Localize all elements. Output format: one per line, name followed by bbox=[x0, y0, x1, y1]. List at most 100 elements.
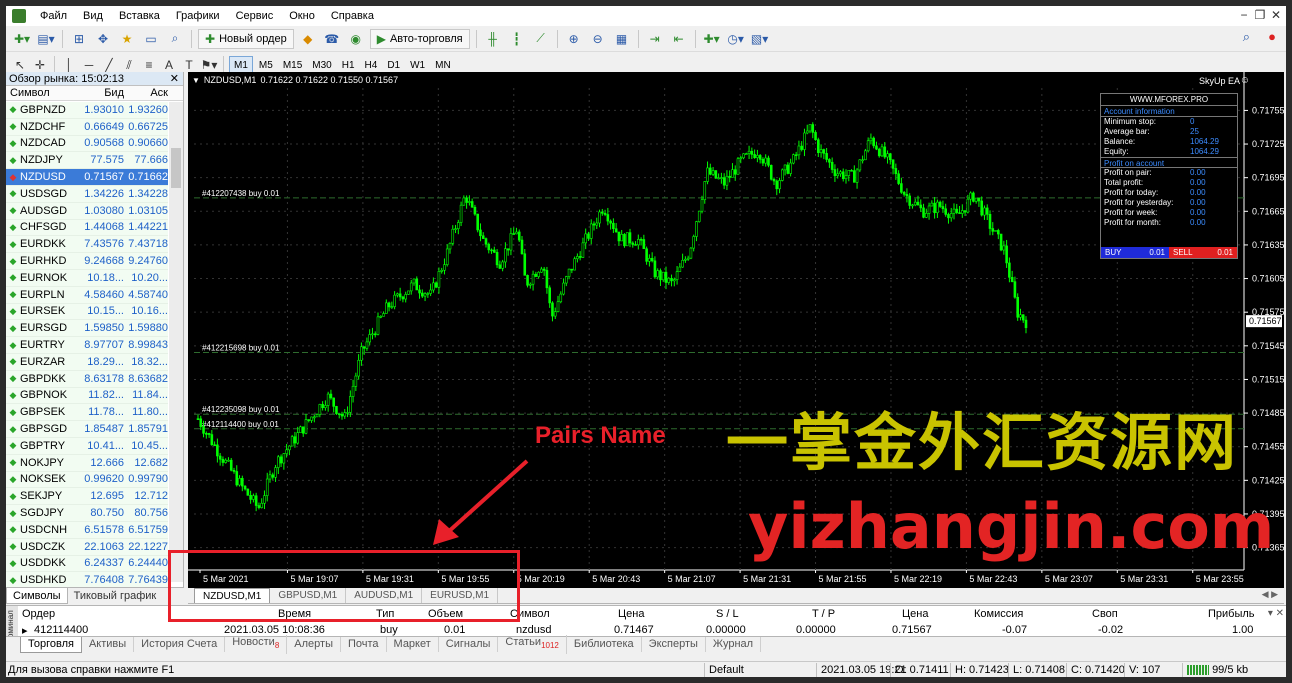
symbol-row[interactable]: ◆ SEKJPY 12.695 12.712 bbox=[6, 488, 168, 506]
tab-symbols[interactable]: Символы bbox=[6, 588, 68, 604]
terminal-tab[interactable]: Сигналы bbox=[439, 637, 499, 652]
symbol-row[interactable]: ◆ EURNOK 10.18... 10.20... bbox=[6, 269, 168, 287]
terminal-tab[interactable]: Эксперты bbox=[642, 637, 706, 652]
symbol-row[interactable]: ◆ USDCZK 22.1063 22.1227 bbox=[6, 538, 168, 556]
strategy-tester-icon[interactable]: ⌕ bbox=[165, 29, 185, 49]
col-order[interactable]: Ордер bbox=[22, 608, 55, 620]
col-type[interactable]: Тип bbox=[376, 608, 394, 620]
menu-tools[interactable]: Сервис bbox=[228, 6, 282, 26]
profile-name[interactable]: Default bbox=[704, 663, 744, 677]
symbol-row[interactable]: ◆ GBPNOK 11.82... 11.84... bbox=[6, 387, 168, 405]
symbol-row[interactable]: ◆ EURSEK 10.15... 10.16... bbox=[6, 303, 168, 321]
market-watch-icon[interactable]: ⊞ bbox=[69, 29, 89, 49]
menu-window[interactable]: Окно bbox=[281, 6, 323, 26]
tab-tick-chart[interactable]: Тиковый график bbox=[68, 588, 163, 604]
market-watch-scrollbar[interactable] bbox=[169, 102, 183, 582]
new-chart-icon[interactable]: ✚▾ bbox=[12, 29, 32, 49]
menu-help[interactable]: Справка bbox=[323, 6, 382, 26]
col-time[interactable]: Время bbox=[278, 608, 311, 620]
data-window-icon[interactable]: ✥ bbox=[93, 29, 113, 49]
terminal-tab[interactable]: Почта bbox=[341, 637, 387, 652]
symbol-row[interactable]: ◆ GBPSGD 1.85487 1.85791 bbox=[6, 421, 168, 438]
sell-button[interactable]: SELL 0.01 bbox=[1169, 247, 1237, 258]
line-chart-icon[interactable]: ⟋ bbox=[531, 29, 551, 49]
symbol-row[interactable]: ◆ EURZAR 18.29... 18.32... bbox=[6, 353, 168, 371]
symbol-row[interactable]: ◆ NOKJPY 12.666 12.682 bbox=[6, 454, 168, 472]
terminal-tab[interactable]: Алерты bbox=[287, 637, 341, 652]
col-tp[interactable]: T / P bbox=[812, 608, 835, 620]
periods-icon[interactable]: ◷▾ bbox=[726, 29, 746, 49]
buy-button[interactable]: BUY 0.01 bbox=[1101, 247, 1169, 258]
symbol-row[interactable]: ◆ EURHKD 9.24668 9.24760 bbox=[6, 253, 168, 270]
menu-view[interactable]: Вид bbox=[75, 6, 111, 26]
candlestick-icon[interactable]: ┇ bbox=[507, 29, 527, 49]
menu-insert[interactable]: Вставка bbox=[111, 6, 168, 26]
symbol-row[interactable]: ◆ USDCNH 6.51578 6.51759 bbox=[6, 521, 168, 539]
symbol-row[interactable]: ◆ GBPNZD 1.93010 1.93260 bbox=[6, 102, 168, 119]
notification-icon[interactable]: ● bbox=[1268, 29, 1276, 44]
chart-tab-gbpusd[interactable]: GBPUSD,M1 bbox=[270, 588, 347, 603]
symbol-row[interactable]: ◆ NZDCHF 0.66649 0.66725 bbox=[6, 118, 168, 136]
terminal-tab[interactable]: Торговля bbox=[20, 636, 82, 653]
metaeditor-icon[interactable]: ◆ bbox=[298, 29, 318, 49]
minimize-icon[interactable]: − bbox=[1236, 8, 1252, 22]
terminal-tab[interactable]: Статьи1012 bbox=[498, 635, 567, 654]
symbol-row[interactable]: ◆ USDSGD 1.34226 1.34228 bbox=[6, 185, 168, 203]
col-price-open[interactable]: Цена bbox=[618, 608, 644, 620]
close-icon[interactable]: ✕ bbox=[170, 72, 179, 86]
terminal-tab[interactable]: Библиотека bbox=[567, 637, 642, 652]
symbol-row[interactable]: ◆ NOKSEK 0.99620 0.99790 bbox=[6, 471, 168, 489]
profiles-icon[interactable]: ▤▾ bbox=[36, 29, 56, 49]
col-commission[interactable]: Комиссия bbox=[974, 608, 1023, 620]
scrollbar-thumb[interactable] bbox=[171, 148, 181, 188]
col-volume[interactable]: Объем bbox=[428, 608, 463, 620]
col-swap[interactable]: Своп bbox=[1092, 608, 1118, 620]
symbol-row[interactable]: ◆ NZDJPY 77.575 77.666 bbox=[6, 152, 168, 170]
auto-scroll-icon[interactable]: ⇥ bbox=[645, 29, 665, 49]
symbol-row[interactable]: ◆ NZDCAD 0.90568 0.90660 bbox=[6, 135, 168, 153]
menu-file[interactable]: Файл bbox=[32, 6, 75, 26]
auto-trading-button[interactable]: ▶ Авто-торговля bbox=[369, 28, 470, 49]
search-icon[interactable]: ⌕ bbox=[1243, 29, 1250, 45]
terminal-tab[interactable]: Активы bbox=[82, 637, 135, 652]
symbol-row[interactable]: ◆ SGDJPY 80.750 80.756 bbox=[6, 505, 168, 522]
col-price-current[interactable]: Цена bbox=[902, 608, 928, 620]
terminal-tab[interactable]: История Счета bbox=[134, 637, 226, 652]
indicators-icon[interactable]: ✚▾ bbox=[702, 29, 722, 49]
symbol-row[interactable]: ◆ USDDKK 6.24337 6.24440 bbox=[6, 555, 168, 573]
chart-tab-audusd[interactable]: AUDUSD,M1 bbox=[346, 588, 423, 603]
signals-icon[interactable]: ☎ bbox=[322, 29, 342, 49]
symbol-row[interactable]: ◆ GBPSEK 11.78... 11.80... bbox=[6, 404, 168, 422]
chart-tab-eurusd[interactable]: EURUSD,M1 bbox=[422, 588, 499, 603]
symbol-row[interactable]: ◆ GBPDKK 8.63178 8.63682 bbox=[6, 370, 168, 388]
col-symbol[interactable]: Символ bbox=[510, 608, 550, 620]
symbol-row[interactable]: ◆ EURTRY 8.97707 8.99843 bbox=[6, 337, 168, 354]
new-order-button[interactable]: ✚ Новый ордер bbox=[198, 28, 294, 49]
tab-scroll-icon[interactable]: ◀ ▶ bbox=[1262, 589, 1278, 600]
column-bid[interactable]: Бид bbox=[78, 86, 124, 100]
zoom-in-icon[interactable]: ⊕ bbox=[564, 29, 584, 49]
column-symbol[interactable]: Символ bbox=[6, 86, 78, 100]
chart-tab-nzdusd[interactable]: NZDUSD,M1 bbox=[194, 588, 271, 603]
terminal-icon[interactable]: ▭ bbox=[141, 29, 161, 49]
close-icon[interactable]: ▾ ✕ bbox=[1268, 608, 1284, 619]
symbol-row[interactable]: ◆ CHFSGD 1.44068 1.44221 bbox=[6, 219, 168, 237]
symbol-row[interactable]: ◆ NZDUSD 0.71567 0.71662 bbox=[6, 169, 168, 186]
chart-menu-icon[interactable]: ▼ bbox=[192, 76, 200, 85]
symbol-row[interactable]: ◆ EURSGD 1.59850 1.59880 bbox=[6, 320, 168, 338]
terminal-tab[interactable]: Журнал bbox=[706, 637, 762, 652]
col-profit[interactable]: Прибыль bbox=[1208, 608, 1255, 620]
restore-icon[interactable]: ❐ bbox=[1252, 8, 1268, 22]
terminal-tab[interactable]: Новости8 bbox=[225, 635, 288, 654]
symbol-row[interactable]: ◆ EURPLN 4.58460 4.58740 bbox=[6, 286, 168, 304]
close-icon[interactable]: ✕ bbox=[1268, 8, 1284, 22]
column-ask[interactable]: Аск bbox=[124, 86, 168, 100]
symbol-row[interactable]: ◆ GBPTRY 10.41... 10.45... bbox=[6, 437, 168, 455]
terminal-tab[interactable]: Маркет bbox=[387, 637, 439, 652]
zoom-out-icon[interactable]: ⊖ bbox=[588, 29, 608, 49]
chart-shift-icon[interactable]: ⇤ bbox=[669, 29, 689, 49]
col-sl[interactable]: S / L bbox=[716, 608, 739, 620]
navigator-icon[interactable]: ★ bbox=[117, 29, 137, 49]
tile-windows-icon[interactable]: ▦ bbox=[612, 29, 632, 49]
bar-chart-icon[interactable]: ╫ bbox=[483, 29, 503, 49]
